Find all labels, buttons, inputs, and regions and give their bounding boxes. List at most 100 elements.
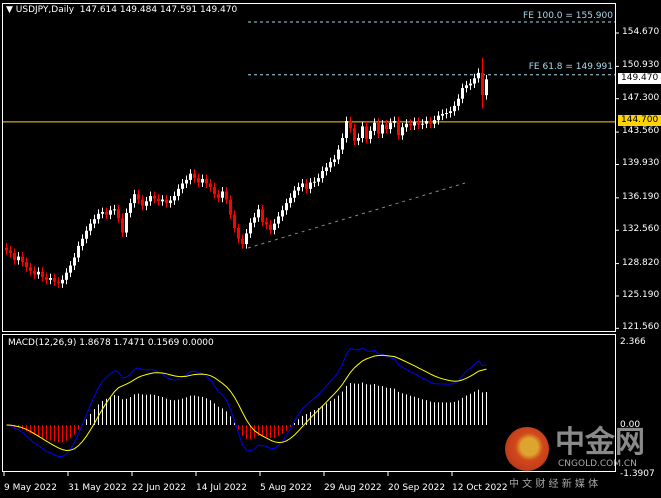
watermark-tagline: 中 文 财 经 新 媒 体 bbox=[509, 479, 599, 490]
candle-body bbox=[161, 199, 164, 202]
candle-body bbox=[153, 195, 156, 199]
candle-body bbox=[77, 245, 80, 258]
candle-body bbox=[117, 209, 120, 219]
candle-body bbox=[293, 190, 296, 198]
candle-body bbox=[301, 183, 304, 188]
candle-body bbox=[345, 121, 348, 138]
macd-axis-top: 2.366 bbox=[620, 337, 646, 347]
candle-body bbox=[457, 98, 460, 106]
candle-body bbox=[421, 123, 424, 125]
candle-body bbox=[53, 278, 56, 282]
candle-body bbox=[105, 212, 108, 215]
candle-body bbox=[297, 187, 300, 191]
candle-body bbox=[261, 209, 264, 222]
candle-body bbox=[449, 111, 452, 114]
candle-body bbox=[221, 191, 224, 198]
candle-body bbox=[73, 257, 76, 266]
date-tick-label: 29 Aug 2022 bbox=[324, 483, 382, 493]
candle-body bbox=[441, 113, 444, 116]
candle-body bbox=[225, 191, 228, 200]
candle-body bbox=[369, 130, 372, 139]
candle-body bbox=[141, 199, 144, 206]
candle-body bbox=[393, 121, 396, 123]
candle-body bbox=[401, 127, 404, 136]
candle-body bbox=[185, 179, 188, 184]
price-tick-label: 128.820 bbox=[622, 257, 660, 268]
candle-body bbox=[317, 178, 320, 182]
collapse-triangle-icon[interactable]: ▼ bbox=[6, 5, 13, 15]
candle-body bbox=[173, 195, 176, 201]
candle-body bbox=[113, 209, 116, 211]
date-tick-label: 9 May 2022 bbox=[4, 483, 57, 493]
candle-body bbox=[313, 181, 316, 183]
candle-body bbox=[277, 216, 280, 224]
candle-body bbox=[13, 253, 16, 261]
candle-body bbox=[45, 277, 48, 280]
candle-body bbox=[257, 209, 260, 218]
candle-body bbox=[321, 170, 324, 179]
candle-body bbox=[233, 214, 236, 229]
candle-body bbox=[409, 123, 412, 126]
fe618-label: FE 61.8 = 149.991 bbox=[528, 62, 613, 72]
candle-body bbox=[41, 271, 44, 278]
price-tick-label: 150.930 bbox=[622, 60, 660, 71]
candle-body bbox=[477, 72, 480, 79]
candle-body bbox=[445, 113, 448, 115]
candle-body bbox=[157, 198, 160, 202]
candle-body bbox=[397, 121, 400, 136]
candle-body bbox=[97, 213, 100, 220]
date-tick-label: 20 Sep 2022 bbox=[388, 483, 446, 493]
candle-body bbox=[201, 179, 204, 183]
candle-body bbox=[85, 230, 88, 239]
candle-body bbox=[101, 212, 104, 214]
date-tick-label: 12 Oct 2022 bbox=[452, 483, 508, 493]
watermark-brand: 中金网 bbox=[555, 425, 645, 460]
candle-body bbox=[21, 256, 24, 262]
candle-body bbox=[281, 210, 284, 217]
candle-body bbox=[417, 121, 420, 125]
candle-body bbox=[437, 115, 440, 121]
candle-body bbox=[349, 121, 352, 129]
candle-body bbox=[249, 222, 252, 234]
candle-body bbox=[305, 183, 308, 189]
candle-body bbox=[169, 200, 172, 204]
candle-body bbox=[341, 137, 344, 150]
candle-body bbox=[165, 199, 168, 204]
candle-body bbox=[329, 162, 332, 168]
price-tick-label: 132.560 bbox=[622, 224, 660, 235]
candle-body bbox=[473, 78, 476, 84]
price-tick-label: 136.190 bbox=[622, 191, 660, 202]
candle-body bbox=[333, 159, 336, 163]
candle-body bbox=[65, 272, 68, 280]
candle-body bbox=[337, 149, 340, 160]
candle-body bbox=[361, 126, 364, 138]
candle-body bbox=[373, 122, 376, 131]
price-chart[interactable] bbox=[0, 0, 661, 498]
candle-body bbox=[9, 250, 12, 254]
candle-body bbox=[485, 79, 488, 96]
hline-price-tag: 144.700 bbox=[618, 115, 661, 126]
candle-body bbox=[389, 122, 392, 130]
candle-body bbox=[405, 123, 408, 128]
candle-body bbox=[377, 122, 380, 134]
candle-body bbox=[237, 228, 240, 239]
symbol-timeframe: USDJPY,Daily bbox=[15, 5, 75, 15]
watermark-domain: CNGOLD.COM.CN bbox=[558, 459, 637, 469]
candle-body bbox=[149, 195, 152, 202]
candle-body bbox=[289, 197, 292, 204]
candle-body bbox=[125, 212, 128, 233]
candle-body bbox=[193, 173, 196, 179]
price-tick-label: 121.560 bbox=[622, 322, 660, 333]
cngold-watermark: 中金网 CNGOLD.COM.CN 中 文 财 经 新 媒 体 bbox=[503, 425, 653, 495]
candle-body bbox=[129, 203, 132, 213]
date-tick-label: 14 Jul 2022 bbox=[196, 483, 247, 493]
price-tick-label: 154.670 bbox=[622, 27, 660, 37]
candle-body bbox=[93, 219, 96, 224]
candle-body bbox=[385, 124, 388, 130]
candle-body bbox=[29, 267, 32, 271]
candle-body bbox=[309, 182, 312, 189]
candle-body bbox=[461, 88, 464, 99]
candle-body bbox=[177, 188, 180, 196]
candle-body bbox=[197, 178, 200, 183]
candle-body bbox=[109, 210, 112, 215]
